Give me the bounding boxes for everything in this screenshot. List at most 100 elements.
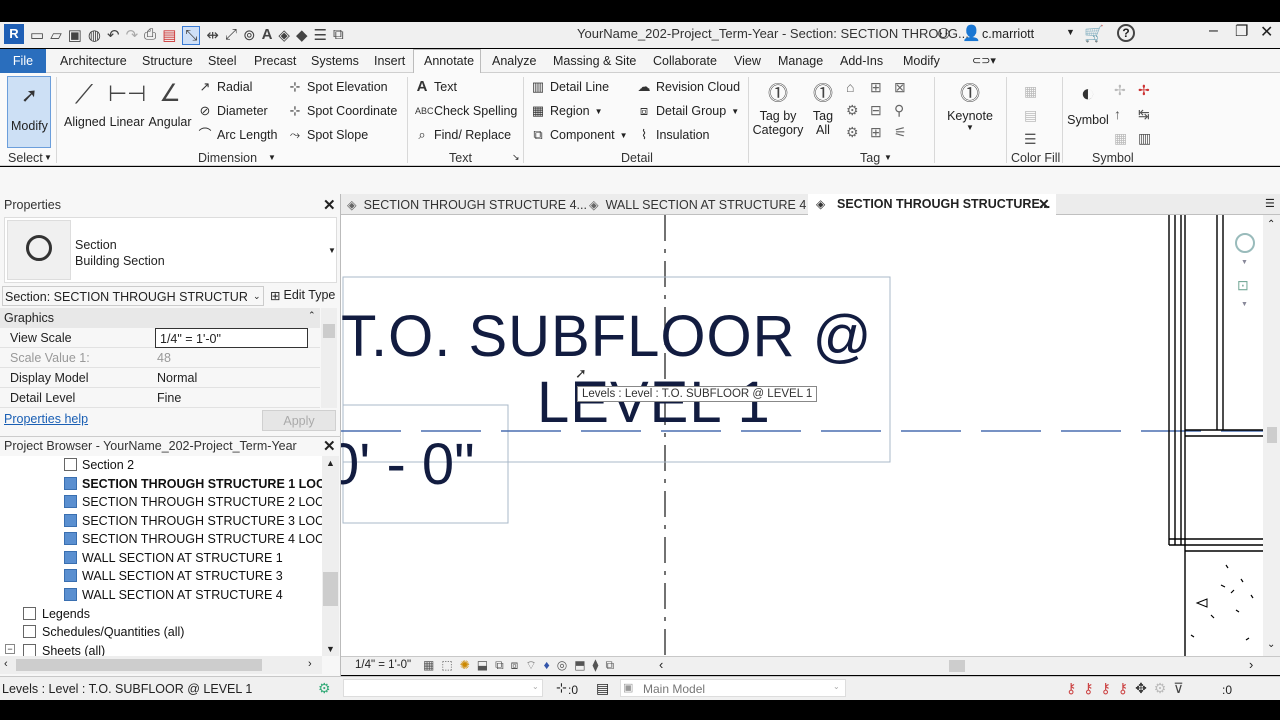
- browser-vscrollbar[interactable]: ▲ ▼: [322, 456, 339, 656]
- close-icon[interactable]: ✕: [323, 196, 336, 214]
- user-icon[interactable]: 👤: [962, 24, 981, 42]
- reveal-hidden-icon[interactable]: ◎: [557, 658, 567, 673]
- zoom-icon[interactable]: ⊡: [1237, 277, 1249, 294]
- properties-help-link[interactable]: Properties help: [4, 412, 88, 426]
- span-direction-icon[interactable]: ✢: [1114, 79, 1136, 101]
- measure-icon[interactable]: ⇹: [206, 26, 219, 45]
- tree-item-view[interactable]: SECTION THROUGH STRUCTURE 2 LOOKING: [82, 495, 322, 509]
- close-icon[interactable]: ✕: [323, 437, 336, 455]
- tab-steel[interactable]: Steel: [208, 54, 237, 68]
- design-option-dropdown[interactable]: ▣ Main Model ⌄: [620, 679, 846, 697]
- radial-button[interactable]: ↗ Radial: [198, 80, 253, 95]
- switch-windows-icon[interactable]: ☰: [314, 26, 327, 45]
- area-reinforcement-icon[interactable]: ↹: [1138, 103, 1160, 125]
- tab-view[interactable]: View: [734, 54, 761, 68]
- analytical-icon[interactable]: ⧉: [605, 658, 614, 673]
- modify-button[interactable]: ➚ Modify: [7, 76, 51, 148]
- cart-icon[interactable]: 🛒: [1084, 24, 1104, 44]
- scroll-left-icon[interactable]: ‹: [4, 658, 8, 670]
- tag-panel-label[interactable]: Tag: [860, 151, 880, 165]
- 3d-view-icon[interactable]: ◈: [278, 26, 290, 45]
- select-pinned-icon[interactable]: ⚷: [1101, 680, 1111, 697]
- spot-slope-button[interactable]: ⤳ Spot Slope: [288, 128, 368, 143]
- material-tag-icon[interactable]: ⊟: [870, 102, 892, 123]
- scroll-thumb[interactable]: [1267, 427, 1277, 443]
- scroll-thumb[interactable]: [323, 572, 338, 606]
- redo-icon[interactable]: ↷: [126, 26, 139, 45]
- chevron-down-icon[interactable]: ▼: [1241, 259, 1248, 266]
- canvas-vscrollbar[interactable]: ⌃ ⌄: [1263, 215, 1280, 656]
- edit-type-button[interactable]: ⊞ Edit Type: [270, 288, 335, 303]
- structural-tag-icon[interactable]: ⚟: [894, 124, 916, 145]
- tree-item-sheets[interactable]: Sheets (all): [42, 644, 105, 656]
- chevron-down-icon[interactable]: ▼: [1066, 27, 1075, 37]
- temp-hide-icon[interactable]: ♦: [544, 658, 550, 673]
- scroll-up-icon[interactable]: ⌃: [1267, 219, 1275, 230]
- folder-icon[interactable]: ▱: [50, 26, 62, 45]
- spot-elevation-button[interactable]: ⊹ Spot Elevation: [288, 80, 388, 95]
- stair-tag-icon[interactable]: ⚙: [846, 124, 868, 145]
- close-window-icon[interactable]: ✕: [1260, 22, 1273, 42]
- property-value[interactable]: Fine: [157, 391, 181, 405]
- symbol-button[interactable]: ◐ Symbol: [1064, 79, 1112, 127]
- duct-legend-icon[interactable]: ▤: [1024, 103, 1044, 127]
- instance-filter[interactable]: Section: SECTION THROUGH STRUCTURE 1 LC …: [2, 286, 264, 306]
- graphics-group-header[interactable]: Graphics ⌃: [0, 308, 320, 328]
- revit-logo[interactable]: R: [4, 24, 24, 44]
- detail-line-button[interactable]: ▥ Detail Line: [531, 80, 609, 95]
- beam-symbol-icon[interactable]: ✢: [1138, 79, 1160, 101]
- tab-modify[interactable]: Modify: [903, 54, 940, 68]
- scroll-up-icon[interactable]: ▲: [326, 458, 335, 468]
- view-tab-active[interactable]: ◈ SECTION THROUGH STRUCTURE... ✕: [808, 194, 1056, 216]
- scroll-right-icon[interactable]: ›: [308, 658, 312, 670]
- tree-item-view[interactable]: WALL SECTION AT STRUCTURE 4: [82, 588, 283, 602]
- steering-wheel-icon[interactable]: [1235, 233, 1255, 253]
- area-tag-icon[interactable]: ⊞: [870, 79, 892, 100]
- binoculars-icon[interactable]: ⚇: [937, 25, 950, 43]
- tree-item-section-2[interactable]: Section 2: [82, 458, 134, 472]
- tree-item-view[interactable]: WALL SECTION AT STRUCTURE 1: [82, 551, 283, 565]
- scroll-down-icon[interactable]: ▼: [326, 644, 335, 654]
- tab-add-ins[interactable]: Add-Ins: [840, 54, 883, 68]
- scroll-thumb[interactable]: [16, 659, 262, 671]
- scroll-down-icon[interactable]: ⌄: [1267, 639, 1275, 650]
- tab-analyze[interactable]: Analyze: [492, 54, 536, 68]
- tab-annotate[interactable]: Annotate: [424, 54, 474, 68]
- region-button[interactable]: ▦ Region ▼: [531, 104, 603, 119]
- tag-all-button[interactable]: ⓵ Tag All: [806, 79, 840, 137]
- tree-item-active-view[interactable]: SECTION THROUGH STRUCTURE 1 LOOKI: [82, 477, 322, 491]
- crop-view-icon[interactable]: ⧉: [495, 658, 504, 673]
- tree-item-view[interactable]: WALL SECTION AT STRUCTURE 3: [82, 569, 283, 583]
- print-icon[interactable]: ⎙: [144, 26, 156, 45]
- aligned-dimension-button[interactable]: ⟋ Aligned: [64, 79, 106, 129]
- save-icon[interactable]: ▣: [68, 26, 82, 45]
- editable-only-icon[interactable]: ⊹: [556, 680, 567, 696]
- tag-icon[interactable]: ⊚: [243, 26, 256, 45]
- component-button[interactable]: ⧉ Component ▼: [531, 128, 627, 143]
- chevron-down-icon[interactable]: ▼: [884, 153, 892, 162]
- view-scale-input[interactable]: 1/4" = 1'-0": [155, 328, 308, 348]
- path-reinforcement-icon[interactable]: ▦: [1114, 127, 1136, 149]
- canvas-hscroll-thumb[interactable]: [949, 660, 965, 672]
- open-icon[interactable]: ▭: [30, 26, 44, 45]
- detail-level-icon[interactable]: ▦: [423, 658, 434, 673]
- view-tab[interactable]: ◈ WALL SECTION AT STRUCTURE 4: [589, 197, 806, 212]
- type-selector[interactable]: Section Building Section ▼: [4, 217, 337, 283]
- dialog-launcher-icon[interactable]: ↘: [512, 152, 520, 163]
- expand-icon[interactable]: −: [5, 644, 15, 654]
- sync-icon[interactable]: ◍: [88, 26, 101, 45]
- level-name-text[interactable]: LEVEL 1: [537, 369, 771, 436]
- shadows-icon[interactable]: ⬓: [477, 658, 488, 673]
- space-tag-icon[interactable]: ⊠: [894, 79, 916, 100]
- stair-path-icon[interactable]: ↑: [1114, 103, 1136, 125]
- tab-file[interactable]: File: [0, 49, 46, 73]
- spot-coordinate-button[interactable]: ⊹ Spot Coordinate: [288, 104, 398, 119]
- workset-dropdown[interactable]: ⌄: [343, 679, 543, 697]
- background-process-icon[interactable]: ⚙: [1154, 680, 1167, 697]
- tab-systems[interactable]: Systems: [311, 54, 359, 68]
- tread-number-icon[interactable]: ⊞: [870, 124, 892, 145]
- diameter-button[interactable]: ⊘ Diameter: [198, 104, 268, 119]
- chevron-down-icon[interactable]: ▼: [44, 153, 52, 162]
- temp-view-props-icon[interactable]: ⬒: [574, 658, 585, 673]
- apply-button[interactable]: Apply: [262, 410, 336, 431]
